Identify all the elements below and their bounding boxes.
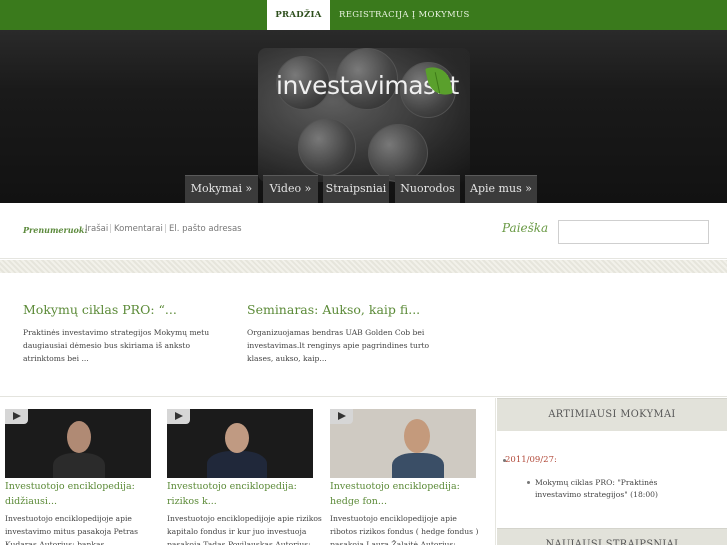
- featured-title-1[interactable]: Mokymų ciklas PRO: “...: [23, 302, 177, 317]
- featured-excerpt-1: Praktinės investavimo strategijos Mokymų…: [23, 328, 210, 363]
- subscribe-comments-link[interactable]: Komentarai: [114, 224, 163, 234]
- person-figure: [53, 453, 105, 478]
- featured-posts: Mokymų ciklas PRO: “... Praktinės invest…: [0, 273, 727, 397]
- video-title-2[interactable]: Investuotojo enciklopedija: rizikos k...: [167, 479, 319, 509]
- page: PRADŽIA REGISTRACIJA Į MOKYMUS investavi…: [0, 0, 727, 545]
- video-title-3[interactable]: Investuotojo enciklopedija: hedge fon...: [330, 479, 480, 509]
- person-figure: [225, 423, 249, 453]
- bullet-icon: [503, 459, 506, 462]
- video-thumbnail-2[interactable]: [167, 409, 313, 478]
- video-title-1[interactable]: Investuotojo enciklopedija: didžiausi...: [5, 479, 155, 509]
- subscribe-entries-link[interactable]: Įrašai: [85, 224, 108, 234]
- top-nav-registration-link[interactable]: REGISTRACIJA Į MOKYMUS: [339, 0, 470, 30]
- nav-item-apie-mus[interactable]: Apie mus »: [465, 175, 537, 203]
- video-excerpt-2: Investuotojo enciklopedijoje apie riziko…: [167, 514, 322, 545]
- search-input[interactable]: [558, 220, 709, 244]
- link-separator: |: [164, 224, 167, 234]
- video-excerpt-3: Investuotojo enciklopedijoje apie riboto…: [330, 514, 479, 545]
- decorative-divider: [0, 260, 727, 273]
- coin-shape: [298, 118, 356, 176]
- latest-articles-heading: NAUJAUSI STRAIPSNIAI: [497, 528, 727, 545]
- nav-item-nuorodos[interactable]: Nuorodos: [395, 175, 460, 203]
- nav-item-mokymai[interactable]: Mokymai »: [185, 175, 258, 203]
- person-figure: [67, 421, 91, 453]
- play-icon: [167, 409, 190, 424]
- upcoming-training-date: 2011/09/27:: [505, 455, 557, 465]
- featured-title-2[interactable]: Seminaras: Aukso, kaip fi...: [247, 302, 420, 317]
- search-label: Paieška: [502, 221, 549, 235]
- subscribe-email-link[interactable]: El. pašto adresas: [169, 224, 242, 234]
- person-figure: [404, 419, 430, 453]
- main-navigation: Mokymai » Video » Straipsniai Nuorodos A…: [0, 174, 727, 203]
- link-separator: |: [109, 224, 112, 234]
- play-icon: [330, 409, 353, 424]
- top-nav-home-link[interactable]: PRADŽIA: [267, 0, 330, 30]
- nav-item-straipsniai[interactable]: Straipsniai: [323, 175, 389, 203]
- featured-excerpt-2: Organizuojamas bendras UAB Golden Cob be…: [247, 328, 430, 363]
- subscribe-label: Prenumeruok:: [23, 225, 88, 235]
- video-excerpt-1: Investuotojo enciklopedijoje apie invest…: [5, 514, 139, 545]
- logo-name: investavimas: [276, 71, 436, 100]
- top-navigation-bar: PRADŽIA REGISTRACIJA Į MOKYMUS: [0, 0, 727, 30]
- upcoming-trainings-heading: ARTIMIAUSI MOKYMAI: [497, 398, 727, 431]
- person-figure: [392, 453, 444, 478]
- upcoming-training-link[interactable]: Mokymų ciklas PRO: "Praktinės investavim…: [535, 477, 705, 501]
- bullet-icon: [527, 481, 530, 484]
- person-figure: [207, 451, 267, 478]
- nav-item-video[interactable]: Video »: [263, 175, 318, 203]
- play-icon: [5, 409, 28, 424]
- video-thumbnail-1[interactable]: [5, 409, 151, 478]
- video-thumbnail-3[interactable]: [330, 409, 476, 478]
